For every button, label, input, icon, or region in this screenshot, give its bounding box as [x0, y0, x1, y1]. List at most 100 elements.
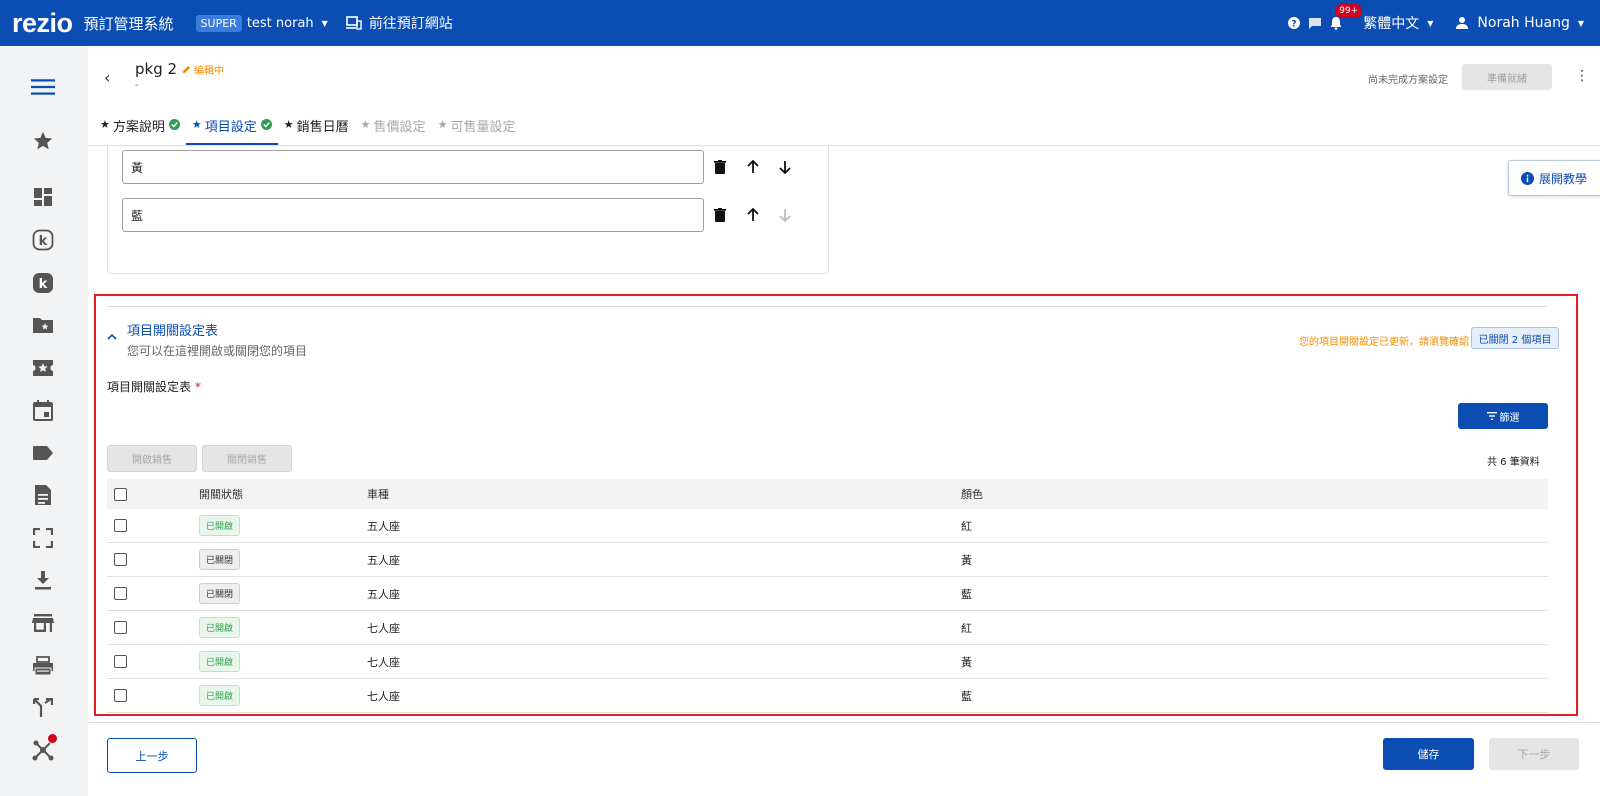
network-icon[interactable]	[31, 734, 57, 762]
tab-item-settings[interactable]: ★ 項目設定	[185, 116, 278, 145]
filter-button[interactable]: 篩選	[1458, 403, 1548, 429]
select-all-checkbox[interactable]	[114, 487, 127, 501]
save-button[interactable]: 儲存	[1383, 738, 1474, 770]
row-checkbox[interactable]	[114, 553, 127, 566]
total-count: 共 6 筆資料	[1487, 457, 1540, 468]
open-sale-button[interactable]: 開啟銷售	[107, 445, 197, 472]
user-menu[interactable]: Norah Huang ▼	[1455, 15, 1584, 31]
editing-label: 編輯中	[194, 66, 224, 77]
editing-status: 編輯中	[182, 62, 224, 77]
user-caret-icon: ▼	[1577, 18, 1584, 28]
tab-plan-description[interactable]: ★ 方案說明	[94, 116, 186, 145]
tab-availability-settings[interactable]: ★ 可售量設定	[432, 116, 522, 145]
role-badge: SUPER	[195, 14, 242, 32]
table-row[interactable]: 已開啟 七人座 黃	[107, 645, 1548, 679]
row-checkbox[interactable]	[114, 655, 127, 668]
delete-icon[interactable]	[711, 158, 729, 176]
language-caret-icon[interactable]: ▼	[1427, 19, 1433, 28]
column-color: 顏色	[961, 488, 983, 501]
star-icon: ★	[437, 118, 448, 131]
chat-icon[interactable]	[1308, 17, 1322, 30]
k-outline-icon[interactable]: k	[31, 228, 55, 252]
folder-star-icon[interactable]	[31, 313, 55, 337]
back-chevron-icon[interactable]: ‹	[104, 68, 110, 87]
color-cell: 紅	[961, 519, 972, 533]
delete-icon[interactable]	[711, 206, 729, 224]
k-filled-icon[interactable]: k	[31, 271, 55, 295]
table-row[interactable]: 已關閉 五人座 黃	[107, 543, 1548, 577]
color-cell: 黃	[961, 553, 972, 567]
color-cell: 藍	[961, 587, 972, 601]
dashboard-icon[interactable]	[31, 185, 55, 209]
svg-text:k: k	[39, 277, 48, 292]
show-tutorial-button[interactable]: 展開教學	[1508, 160, 1600, 196]
section-title[interactable]: 項目開關設定表	[127, 320, 218, 339]
tab-label: 銷售日曆	[296, 120, 349, 135]
menu-icon[interactable]	[31, 75, 55, 99]
printer-icon[interactable]	[31, 654, 55, 678]
page-subtitle: -	[135, 80, 139, 91]
move-down-icon[interactable]	[776, 158, 794, 176]
merge-icon[interactable]	[31, 696, 55, 720]
notification-badge: 99+	[1335, 4, 1363, 18]
more-vert-icon[interactable]: ⋮	[1575, 68, 1589, 84]
prev-step-button[interactable]: 上一步	[107, 738, 197, 773]
store-icon[interactable]	[31, 611, 55, 635]
star-icon: ★	[100, 118, 110, 131]
language-selector[interactable]: 繁體中文	[1363, 13, 1419, 33]
column-car-type: 車種	[367, 488, 389, 501]
row-checkbox[interactable]	[114, 519, 127, 532]
status-badge: 已關閉	[199, 549, 241, 570]
ready-button[interactable]: 準備就緒	[1462, 64, 1552, 90]
filter-icon	[1486, 412, 1497, 420]
move-up-icon[interactable]	[744, 206, 762, 224]
site-link-label: 前往預訂網站	[368, 16, 453, 32]
item-toggle-section: 項目開關設定表 您可以在這裡開啟或關閉您的項目 您的項目開關設定已更新，請瀏覽確…	[94, 294, 1578, 716]
car-type-cell: 七人座	[367, 655, 400, 669]
fullscreen-icon[interactable]	[31, 526, 55, 550]
row-checkbox[interactable]	[114, 587, 127, 600]
option-input-yellow[interactable]: 黃	[122, 150, 704, 184]
option-input-blue[interactable]: 藍	[122, 198, 704, 232]
status-badge: 已開啟	[199, 515, 241, 536]
network-alert-dot	[48, 734, 57, 743]
move-up-icon[interactable]	[744, 158, 762, 176]
table-row[interactable]: 已開啟 五人座 紅	[107, 509, 1548, 543]
document-icon[interactable]	[31, 483, 55, 507]
check-circle-icon	[260, 119, 272, 130]
car-type-cell: 五人座	[367, 519, 400, 533]
tab-label: 方案說明	[112, 120, 165, 135]
page-title: pkg 2	[135, 60, 178, 78]
closed-count-badge[interactable]: 已關閉 2 個項目	[1471, 327, 1559, 349]
status-badge: 已開啟	[199, 651, 241, 672]
account-switcher[interactable]: test norah	[247, 16, 314, 31]
tag-icon[interactable]	[31, 441, 55, 465]
next-step-button[interactable]: 下一步	[1489, 738, 1579, 770]
go-to-booking-site-link[interactable]: 前往預訂網站	[345, 13, 453, 33]
star-icon[interactable]	[31, 129, 55, 153]
rezio-logo[interactable]: rezio	[12, 8, 73, 39]
table-header: 開關狀態 車種 顏色	[107, 479, 1548, 509]
sidebar: k k	[0, 46, 88, 796]
table-row[interactable]: 已開啟 七人座 紅	[107, 611, 1548, 645]
check-circle-icon	[168, 119, 180, 130]
row-checkbox[interactable]	[114, 689, 127, 702]
row-checkbox[interactable]	[114, 621, 127, 634]
help-icon[interactable]: ?	[1287, 16, 1301, 30]
account-caret-icon[interactable]: ▼	[322, 19, 328, 28]
bell-icon[interactable]: 99+	[1329, 4, 1363, 30]
close-sale-button[interactable]: 關閉銷售	[202, 445, 292, 472]
ticket-star-icon[interactable]	[31, 356, 55, 380]
move-down-icon	[776, 206, 794, 224]
table-row[interactable]: 已關閉 五人座 藍	[107, 577, 1548, 611]
calendar-icon[interactable]	[31, 398, 55, 422]
field-label: 項目開關設定表 *	[107, 378, 201, 395]
star-icon: ★	[191, 118, 202, 131]
download-icon[interactable]	[31, 568, 55, 592]
tab-sales-calendar[interactable]: ★ 銷售日曆	[278, 116, 355, 145]
chevron-up-icon[interactable]	[107, 333, 117, 341]
tab-price-settings[interactable]: ★ 售價設定	[355, 116, 432, 145]
footer-actions: 上一步 儲存 下一步	[88, 722, 1600, 796]
table-row[interactable]: 已開啟 七人座 藍	[107, 679, 1548, 713]
top-bar: rezio 預訂管理系統 SUPER test norah ▼ 前往預訂網站 ?…	[0, 0, 1600, 46]
